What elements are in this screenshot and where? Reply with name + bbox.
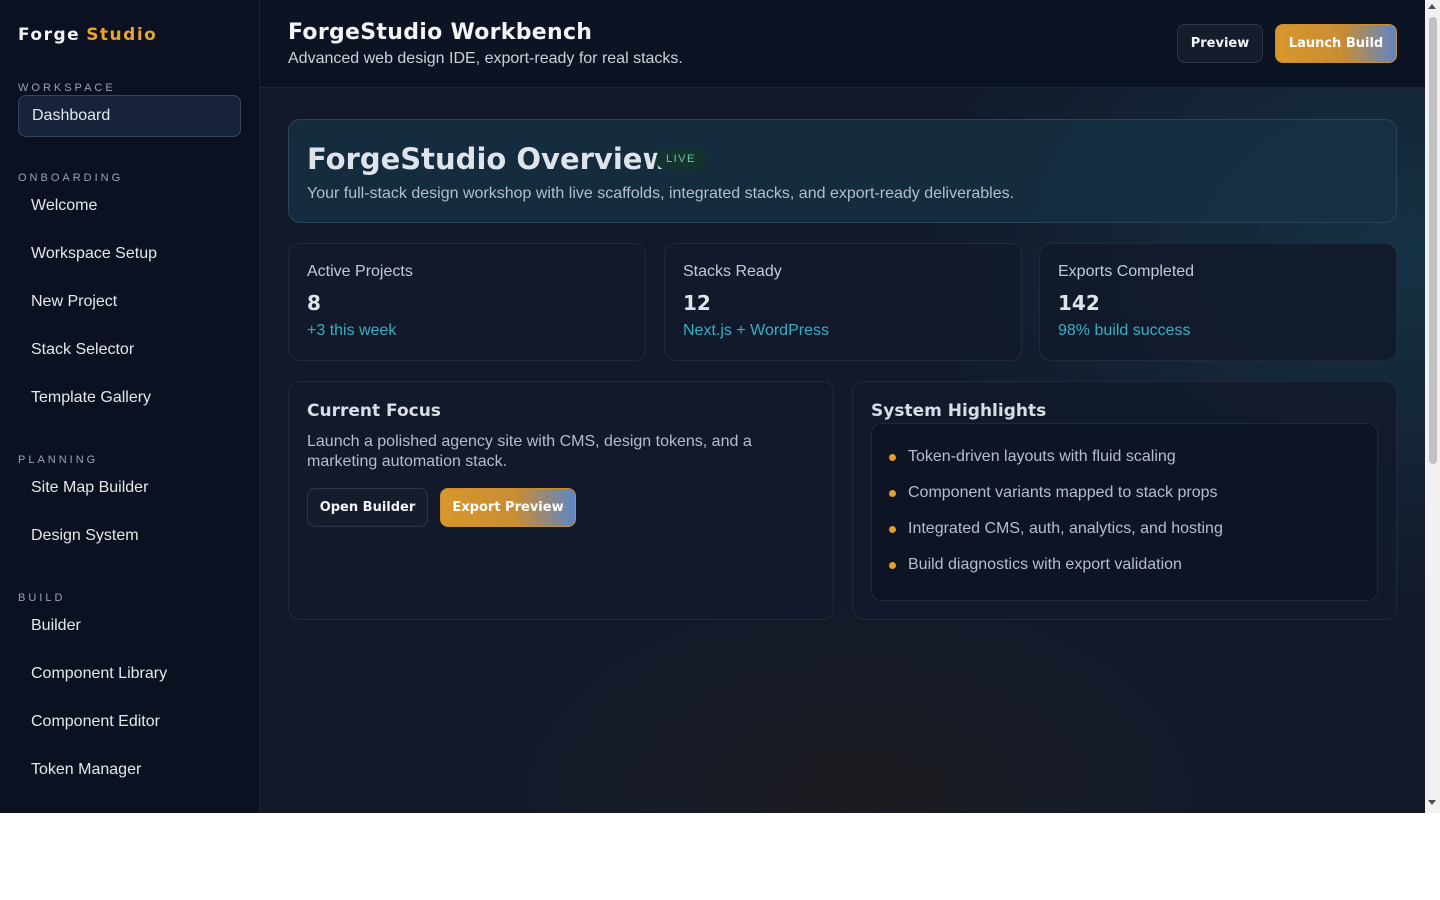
stat-value: 142 xyxy=(1058,291,1100,315)
bullet-dot-icon xyxy=(889,562,896,569)
stat-card-active-projects: Active Projects 8 +3 this week xyxy=(288,243,646,361)
sidebar-section-workspace: WORKSPACE xyxy=(18,82,116,94)
stat-label: Active Projects xyxy=(307,263,413,280)
page-subtitle: Advanced web design IDE, export-ready fo… xyxy=(288,50,683,67)
sidebar-item-component-library[interactable]: Component Library xyxy=(18,653,241,695)
list-item-text: Token-driven layouts with fluid scaling xyxy=(908,448,1176,465)
list-item-text: Integrated CMS, auth, analytics, and hos… xyxy=(908,520,1223,537)
app-window: Forge Studio WORKSPACE Dashboard ONBOARDI… xyxy=(0,0,1425,813)
stat-note: Next.js + WordPress xyxy=(683,322,829,339)
brand-accent: Studio xyxy=(86,25,158,45)
list-item: Integrated CMS, auth, analytics, and hos… xyxy=(889,520,1223,538)
scrollbar-thumb[interactable] xyxy=(1429,17,1437,464)
open-builder-button[interactable]: Open Builder xyxy=(307,488,428,527)
stat-note: +3 this week xyxy=(307,322,397,339)
highlights-list: Token-driven layouts with fluid scaling … xyxy=(871,423,1378,601)
overview-title: ForgeStudio Overview xyxy=(307,142,670,176)
sidebar-item-dashboard[interactable]: Dashboard xyxy=(18,95,241,137)
stat-value: 8 xyxy=(307,291,321,315)
sidebar-item-new-project[interactable]: New Project xyxy=(18,281,241,323)
sidebar-item-design-system[interactable]: Design System xyxy=(18,515,241,557)
bullet-dot-icon xyxy=(889,490,896,497)
main-content: ForgeStudio Workbench Advanced web desig… xyxy=(260,0,1425,813)
list-item-text: Build diagnostics with export validation xyxy=(908,556,1182,573)
list-item: Build diagnostics with export validation xyxy=(889,556,1182,574)
sidebar-item-token-manager[interactable]: Token Manager xyxy=(18,749,241,791)
stat-card-stacks-ready: Stacks Ready 12 Next.js + WordPress xyxy=(664,243,1022,361)
sidebar: Forge Studio WORKSPACE Dashboard ONBOARDI… xyxy=(0,0,260,813)
current-focus-title: Current Focus xyxy=(307,401,441,421)
overview-description: Your full-stack design workshop with liv… xyxy=(307,185,1015,202)
sidebar-item-welcome[interactable]: Welcome xyxy=(18,185,241,227)
current-focus-card: Current Focus Launch a polished agency s… xyxy=(288,381,834,620)
sidebar-item-stack-selector[interactable]: Stack Selector xyxy=(18,329,241,371)
stat-label: Exports Completed xyxy=(1058,263,1195,280)
overview-panel: ForgeStudio Overview LIVE Your full-stac… xyxy=(288,119,1397,223)
stat-label: Stacks Ready xyxy=(683,263,782,280)
live-badge: LIVE xyxy=(656,148,706,170)
sidebar-item-component-editor[interactable]: Component Editor xyxy=(18,701,241,743)
sidebar-section-build: BUILD xyxy=(18,592,66,604)
sidebar-section-onboarding: ONBOARDING xyxy=(18,172,124,184)
top-bar: ForgeStudio Workbench Advanced web desig… xyxy=(260,0,1425,88)
page-title: ForgeStudio Workbench xyxy=(288,20,593,45)
system-highlights-card: System Highlights Token-driven layouts w… xyxy=(852,381,1397,620)
sidebar-item-template-gallery[interactable]: Template Gallery xyxy=(18,377,241,419)
sidebar-section-planning: PLANNING xyxy=(18,454,99,466)
sidebar-item-workspace-setup[interactable]: Workspace Setup xyxy=(18,233,241,275)
list-item: Component variants mapped to stack props xyxy=(889,484,1218,502)
launch-build-button[interactable]: Launch Build xyxy=(1275,24,1397,63)
list-item-text: Component variants mapped to stack props xyxy=(908,484,1218,501)
brand-logo[interactable]: Forge Studio xyxy=(18,25,157,45)
current-focus-description: Launch a polished agency site with CMS, … xyxy=(307,433,752,470)
brand-name: Forge xyxy=(18,25,81,45)
vertical-scrollbar[interactable] xyxy=(1425,0,1440,813)
export-preview-button[interactable]: Export Preview xyxy=(440,488,576,527)
scroll-up-arrow-icon[interactable] xyxy=(1428,4,1436,9)
stat-note: 98% build success xyxy=(1058,322,1191,339)
bullet-dot-icon xyxy=(889,454,896,461)
stat-card-exports-completed: Exports Completed 142 98% build success xyxy=(1039,243,1397,361)
list-item: Token-driven layouts with fluid scaling xyxy=(889,448,1176,466)
system-highlights-title: System Highlights xyxy=(871,401,1047,421)
sidebar-item-builder[interactable]: Builder xyxy=(18,605,241,647)
stat-value: 12 xyxy=(683,291,711,315)
sidebar-item-site-map-builder[interactable]: Site Map Builder xyxy=(18,467,241,509)
preview-button[interactable]: Preview xyxy=(1177,24,1263,63)
bullet-dot-icon xyxy=(889,526,896,533)
scroll-down-arrow-icon[interactable] xyxy=(1428,800,1436,805)
